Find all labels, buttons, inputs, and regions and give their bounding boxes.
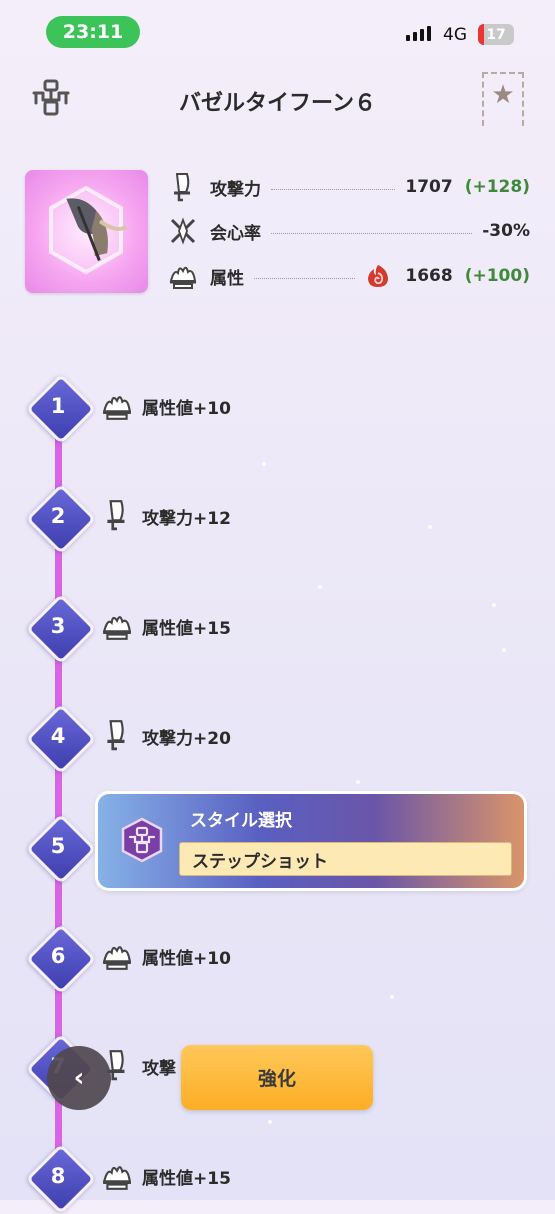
sparkle <box>390 995 394 999</box>
stat-value: 1668 <box>405 266 453 286</box>
favorite-button[interactable]: ★ <box>482 72 524 126</box>
page-title: バゼルタイフーン６ <box>179 91 376 116</box>
attack-icon <box>107 720 125 751</box>
step-number: 3 <box>50 614 66 638</box>
element-icon <box>169 266 197 289</box>
chevron-left-icon: ‹ <box>73 1063 85 1093</box>
enhance-button[interactable]: 強化 <box>181 1045 373 1110</box>
element-icon <box>102 396 132 420</box>
stat-value: -30% <box>482 221 530 241</box>
sparkle <box>262 462 266 466</box>
sparkle <box>428 525 432 529</box>
sparkle <box>268 1120 272 1124</box>
signal-icon <box>406 26 431 41</box>
affinity-icon <box>170 217 196 245</box>
step-label: 攻撃力+20 <box>142 729 231 749</box>
step-number: 5 <box>50 834 66 858</box>
stat-bonus: (+128) <box>464 177 530 197</box>
stat-row-attack: 攻撃力 1707 (+128) <box>168 172 530 202</box>
stat-value: 1707 <box>405 177 453 197</box>
weapon-image[interactable] <box>25 170 148 293</box>
step-label: 攻撃力+12 <box>142 509 231 529</box>
stat-label: 属性 <box>210 268 244 289</box>
star-bookmark-icon: ★ <box>491 80 515 110</box>
step-label: 攻撃 <box>142 1059 176 1079</box>
step-label: 属性値+10 <box>142 949 231 969</box>
dotted-leader <box>271 188 396 190</box>
dotted-leader <box>254 277 356 279</box>
step-number: 2 <box>50 504 66 528</box>
stat-row-affinity: 会心率 -30% <box>168 216 530 246</box>
element-icon <box>102 616 132 640</box>
back-button[interactable]: ‹ <box>47 1046 111 1110</box>
sparkle <box>318 585 322 589</box>
battery-level <box>478 24 485 45</box>
element-icon <box>102 1166 132 1190</box>
network-label: 4G <box>443 25 467 45</box>
battery-label: 17 <box>486 26 506 43</box>
stat-label: 会心率 <box>210 223 261 244</box>
bow-weapon-icon <box>49 185 128 275</box>
style-select-title: スタイル選択 <box>190 811 292 831</box>
step-label: 属性値+10 <box>142 399 231 419</box>
style-emblem-icon <box>121 817 163 863</box>
stat-bonus: (+100) <box>464 266 530 286</box>
element-icon <box>102 946 132 970</box>
style-select-value[interactable]: ステップショット <box>179 842 512 876</box>
step-number: 1 <box>50 394 66 418</box>
attack-icon <box>107 500 125 531</box>
step-number: 8 <box>50 1164 66 1188</box>
fire-icon <box>368 265 389 287</box>
stat-row-element: 属性 1668 (+100) <box>168 261 530 291</box>
attack-icon <box>174 173 190 202</box>
step-label: 属性値+15 <box>142 619 231 639</box>
sparkle <box>492 603 496 607</box>
step-number: 6 <box>50 944 66 968</box>
battery-icon: 17 <box>478 24 514 45</box>
dotted-leader <box>271 232 473 234</box>
step-number: 4 <box>50 724 66 748</box>
sparkle <box>356 780 360 784</box>
step-label: 属性値+15 <box>142 1169 231 1189</box>
status-time: 23:11 <box>46 16 140 48</box>
weapon-tree-icon[interactable] <box>28 75 74 121</box>
sparkle <box>502 648 506 652</box>
stat-label: 攻撃力 <box>210 179 261 200</box>
